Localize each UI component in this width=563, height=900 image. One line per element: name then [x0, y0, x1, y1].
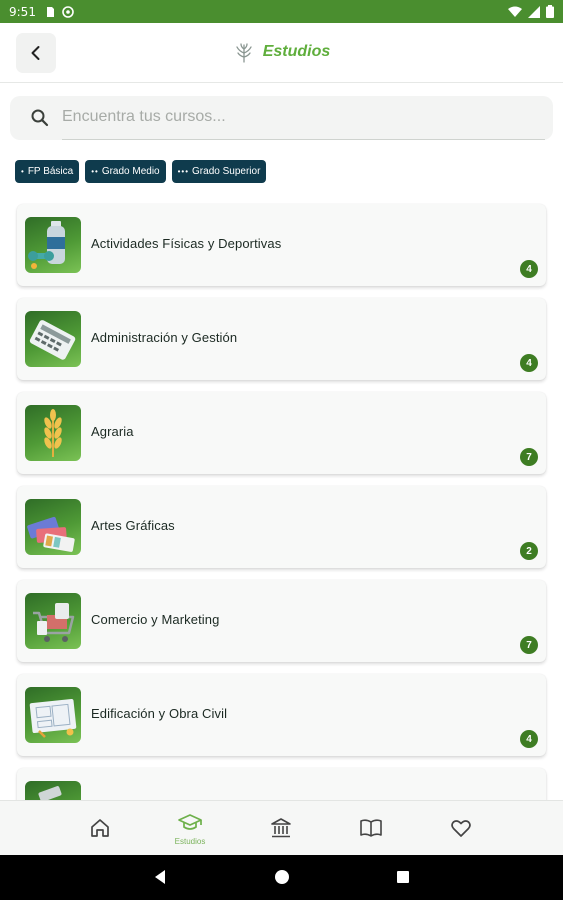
course-count-badge: 7 — [520, 636, 538, 654]
blueprint-icon — [25, 687, 81, 743]
category-card[interactable]: Administración y Gestión 4 — [17, 298, 546, 380]
nav-home[interactable] — [70, 801, 130, 856]
nav-estudios[interactable]: Estudios — [160, 801, 220, 856]
category-title: Edificación y Obra Civil — [91, 706, 228, 721]
nav-favorites[interactable] — [431, 801, 491, 856]
sim-card-icon — [46, 6, 54, 17]
chip-dots: •• — [91, 167, 99, 176]
nav-book[interactable] — [341, 801, 401, 856]
course-count-badge: 4 — [520, 260, 538, 278]
category-title: Administración y Gestión — [91, 330, 238, 345]
home-circle-icon[interactable] — [274, 869, 290, 885]
signal-icon — [528, 5, 540, 18]
chip-label: Grado Superior — [192, 166, 261, 177]
chip-label: FP Básica — [27, 166, 74, 177]
back-triangle-icon[interactable] — [152, 869, 168, 885]
course-count-badge: 2 — [520, 542, 538, 560]
filter-grado-superior[interactable]: ••• Grado Superior — [171, 160, 267, 183]
chip-dots: ••• — [177, 167, 190, 176]
nav-institutions[interactable] — [251, 801, 311, 856]
app-bar: Estudios — [0, 23, 563, 83]
shopping-cart-icon — [25, 593, 81, 649]
color-swatch-icon — [25, 499, 81, 555]
wifi-icon — [508, 6, 522, 17]
plant-logo-icon — [236, 43, 252, 63]
institution-icon — [271, 817, 291, 837]
page-title: Estudios — [262, 43, 331, 60]
heart-icon — [451, 819, 471, 837]
sport-bottle-dumbbell-icon — [25, 217, 81, 273]
filter-fp-basica[interactable]: • FP Básica — [15, 160, 80, 183]
book-icon — [360, 818, 382, 837]
category-title: Agraria — [91, 424, 134, 439]
category-card[interactable]: Actividades Físicas y Deportivas 4 — [17, 204, 546, 286]
chip-label: Grado Medio — [101, 166, 160, 177]
battery-icon — [546, 5, 554, 18]
search-input[interactable] — [62, 102, 532, 132]
level-filters: • FP Básica •• Grado Medio ••• Grado Sup… — [15, 160, 267, 183]
recents-square-icon[interactable] — [395, 869, 411, 885]
course-count-badge: 4 — [520, 730, 538, 748]
category-card[interactable]: Comercio y Marketing 7 — [17, 580, 546, 662]
status-time: 9:51 — [9, 4, 36, 19]
nav-label: Estudios — [174, 837, 206, 846]
system-navigation-bar — [0, 855, 563, 900]
search-underline — [62, 139, 545, 140]
graduation-cap-icon — [178, 814, 202, 830]
course-count-badge: 7 — [520, 448, 538, 466]
search-icon — [31, 109, 49, 127]
status-bar: 9:51 — [0, 0, 563, 23]
search-bar — [10, 96, 553, 140]
category-card[interactable]: Artes Gráficas 2 — [17, 486, 546, 568]
home-icon — [91, 818, 109, 837]
category-title: Comercio y Marketing — [91, 612, 220, 627]
chip-dots: • — [21, 167, 25, 176]
category-card[interactable]: Agraria 7 — [17, 392, 546, 474]
bottom-navigation: Estudios — [0, 800, 563, 855]
category-title: Artes Gráficas — [91, 518, 175, 533]
wheat-icon — [25, 405, 81, 461]
category-card[interactable]: Edificación y Obra Civil 4 — [17, 674, 546, 756]
data-saver-icon — [62, 5, 74, 18]
course-count-badge: 4 — [520, 354, 538, 372]
category-title: Actividades Físicas y Deportivas — [91, 236, 282, 251]
filter-grado-medio[interactable]: •• Grado Medio — [85, 160, 166, 183]
calculator-icon — [25, 311, 81, 367]
